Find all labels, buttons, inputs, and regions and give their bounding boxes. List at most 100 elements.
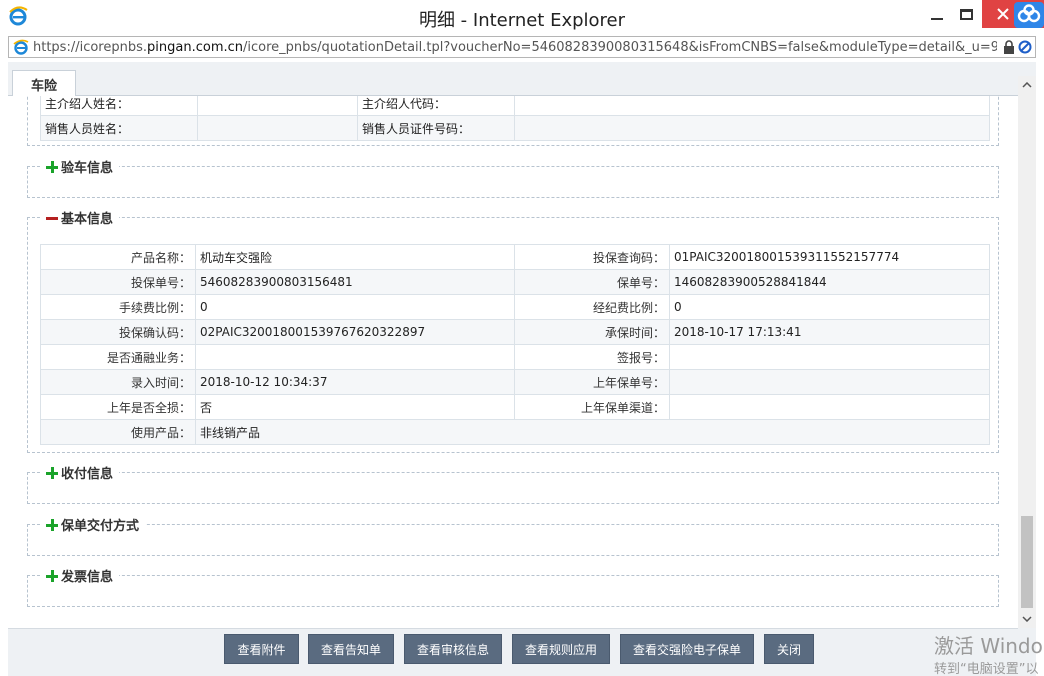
inspection-info-section: 验车信息 — [27, 157, 999, 198]
view-attachments-button[interactable]: 查看附件 — [224, 634, 299, 664]
view-review-info-button[interactable]: 查看审核信息 — [404, 634, 502, 664]
view-notice-button[interactable]: 查看告知单 — [308, 634, 394, 664]
entry-time-label: 录入时间： — [40, 369, 196, 395]
accommodation-label: 是否通融业务： — [40, 344, 196, 370]
sales-person-id-label: 销售人员证件号码： — [357, 115, 515, 141]
table-row: 投保确认码： 02PAIC32001800153976762032289​7 承… — [40, 319, 990, 345]
view-epolicy-button[interactable]: 查看交强险电子保单 — [620, 634, 754, 664]
stop-icon[interactable] — [1018, 40, 1032, 54]
table-row: 是否通融业务： 签报号： — [40, 344, 990, 370]
window-title: 明细 - Internet Explorer — [418, 10, 626, 31]
introducer-code-label: 主介绍人代码： — [357, 96, 515, 116]
introducer-name-label: 主介绍人姓名： — [40, 96, 198, 116]
url-domain: pingan.com.cn — [147, 40, 244, 55]
minimize-icon — [931, 18, 943, 20]
sales-person-name-value — [197, 115, 358, 141]
policy-no-value: 14608283900528841844 — [669, 269, 990, 295]
cloud-extension-icon[interactable] — [1014, 2, 1044, 28]
invoice-info-section: 发票信息 — [27, 566, 999, 607]
action-button-bar: 查看附件 查看告知单 查看审核信息 查看规则应用 查看交强险电子保单 关闭 — [8, 628, 1018, 676]
delivery-method-toggle[interactable]: 保单交付方式 — [42, 515, 146, 534]
product-name-value: 机动车交强险 — [195, 244, 515, 270]
used-product-label: 使用产品： — [40, 419, 196, 445]
last-year-channel-label: 上年保单渠道： — [514, 394, 670, 420]
table-row: 产品名称： 机动车交强险 投保查询码： 01PAIC32001800153931… — [40, 244, 990, 270]
last-year-policy-value — [669, 369, 990, 395]
basic-info-toggle[interactable]: 基本信息 — [42, 208, 120, 227]
windows-activation-hint: 转到“电脑设置”以 — [934, 662, 1039, 676]
delivery-method-section: 保单交付方式 — [27, 515, 999, 556]
brokerage-rate-value: 0 — [669, 294, 990, 320]
windows-activation-watermark: 激活 Windo — [934, 634, 1043, 658]
content-frame: 车险 主介绍人姓名： 主介绍人代码： 销售人员姓名： 销售人员证件号码： 验车信… — [8, 62, 1036, 676]
payment-info-section: 收付信息 — [27, 463, 999, 504]
lock-icon[interactable] — [1003, 40, 1015, 54]
sales-info-fieldset: 主介绍人姓名： 主介绍人代码： 销售人员姓名： 销售人员证件号码： — [27, 96, 999, 146]
table-row: 使用产品： 非线销产品 — [40, 419, 990, 445]
commission-rate-label: 手续费比例： — [40, 294, 196, 320]
query-code-value: 01PAIC32001800153931155215777​4 — [669, 244, 990, 270]
delivery-method-title: 保单交付方式 — [61, 519, 140, 534]
table-row: 投保单号： 5460828390080315648​1 保单号： 1460828… — [40, 269, 990, 295]
application-no-value: 5460828390080315648​1 — [195, 269, 515, 295]
brokerage-rate-label: 经纪费比例： — [514, 294, 670, 320]
introducer-code-value — [514, 96, 990, 116]
address-bar[interactable]: https://icorepnbs.pingan.com.cn/icore_pn… — [8, 36, 1036, 58]
cloud-icon — [1017, 4, 1041, 23]
invoice-info-toggle[interactable]: 发票信息 — [42, 566, 120, 585]
commission-rate-value: 0 — [195, 294, 515, 320]
expand-plus-icon — [46, 160, 58, 173]
used-product-value: 非线销产品 — [195, 419, 990, 445]
query-code-label: 投保查询码： — [514, 244, 670, 270]
scrollbar-thumb[interactable] — [1021, 516, 1033, 608]
table-row: 主介绍人姓名： 主介绍人代码： — [40, 96, 990, 116]
vertical-scrollbar[interactable] — [1018, 76, 1036, 628]
last-year-policy-label: 上年保单号： — [514, 369, 670, 395]
url-prefix: https://icorepnbs. — [33, 40, 148, 55]
expand-plus-icon — [46, 466, 58, 479]
maximize-icon — [959, 8, 973, 20]
payment-info-toggle[interactable]: 收付信息 — [42, 463, 120, 482]
sales-person-name-label: 销售人员姓名： — [40, 115, 198, 141]
payment-info-title: 收付信息 — [61, 467, 114, 482]
confirm-code-label: 投保确认码： — [40, 319, 196, 345]
scroll-up-arrow-icon[interactable] — [1018, 76, 1036, 94]
expand-plus-icon — [46, 569, 58, 582]
basic-info-section: 基本信息 产品名称： 机动车交强险 投保查询码： 01PAIC320018001… — [27, 208, 999, 453]
view-rule-application-button[interactable]: 查看规则应用 — [512, 634, 610, 664]
scroll-down-arrow-icon[interactable] — [1018, 610, 1036, 628]
inspection-info-title: 验车信息 — [61, 161, 114, 176]
basic-info-table: 产品名称： 机动车交强险 投保查询码： 01PAIC32001800153931… — [40, 244, 990, 445]
underwrite-time-value: 2018-10-17 17:13:41 — [669, 319, 990, 345]
sales-info-table: 主介绍人姓名： 主介绍人代码： 销售人员姓名： 销售人员证件号码： — [40, 96, 990, 141]
minimize-button[interactable] — [922, 0, 952, 28]
tab-auto-insurance[interactable]: 车险 — [12, 70, 76, 97]
table-row: 上年是否全损： 否 上年保单渠道： — [40, 394, 990, 420]
inspection-info-toggle[interactable]: 验车信息 — [42, 157, 120, 176]
confirm-code-value: 02PAIC32001800153976762032289​7 — [195, 319, 515, 345]
internet-explorer-icon — [13, 39, 29, 55]
collapse-minus-icon — [46, 212, 58, 224]
last-year-total-loss-label: 上年是否全损： — [40, 394, 196, 420]
underwrite-time-label: 承保时间： — [514, 319, 670, 345]
report-no-value — [669, 344, 990, 370]
table-row: 录入时间： 2018-10-12 10:34:37 上年保单号： — [40, 369, 990, 395]
policy-no-label: 保单号： — [514, 269, 670, 295]
expand-plus-icon — [46, 518, 58, 531]
table-row: 手续费比例： 0 经纪费比例： 0 — [40, 294, 990, 320]
last-year-channel-value — [669, 394, 990, 420]
close-button[interactable]: 关闭 — [764, 634, 814, 664]
table-row: 销售人员姓名： 销售人员证件号码： — [40, 115, 990, 141]
tab-strip: 车险 — [8, 62, 1018, 97]
maximize-button[interactable] — [951, 0, 981, 28]
url-path: /icore_pnbs/quotationDetail.tpl?voucherN… — [243, 40, 997, 55]
product-name-label: 产品名称： — [40, 244, 196, 270]
sales-person-id-value — [514, 115, 990, 141]
title-bar: 明细 - Internet Explorer — [0, 0, 1044, 34]
basic-info-title: 基本信息 — [61, 212, 114, 227]
introducer-name-value — [197, 96, 358, 116]
url-text[interactable]: https://icorepnbs.pingan.com.cn/icore_pn… — [33, 40, 997, 55]
invoice-info-title: 发票信息 — [61, 570, 114, 585]
accommodation-value — [195, 344, 515, 370]
detail-scroll-area[interactable]: 主介绍人姓名： 主介绍人代码： 销售人员姓名： 销售人员证件号码： 验车信息 基… — [8, 96, 1018, 628]
